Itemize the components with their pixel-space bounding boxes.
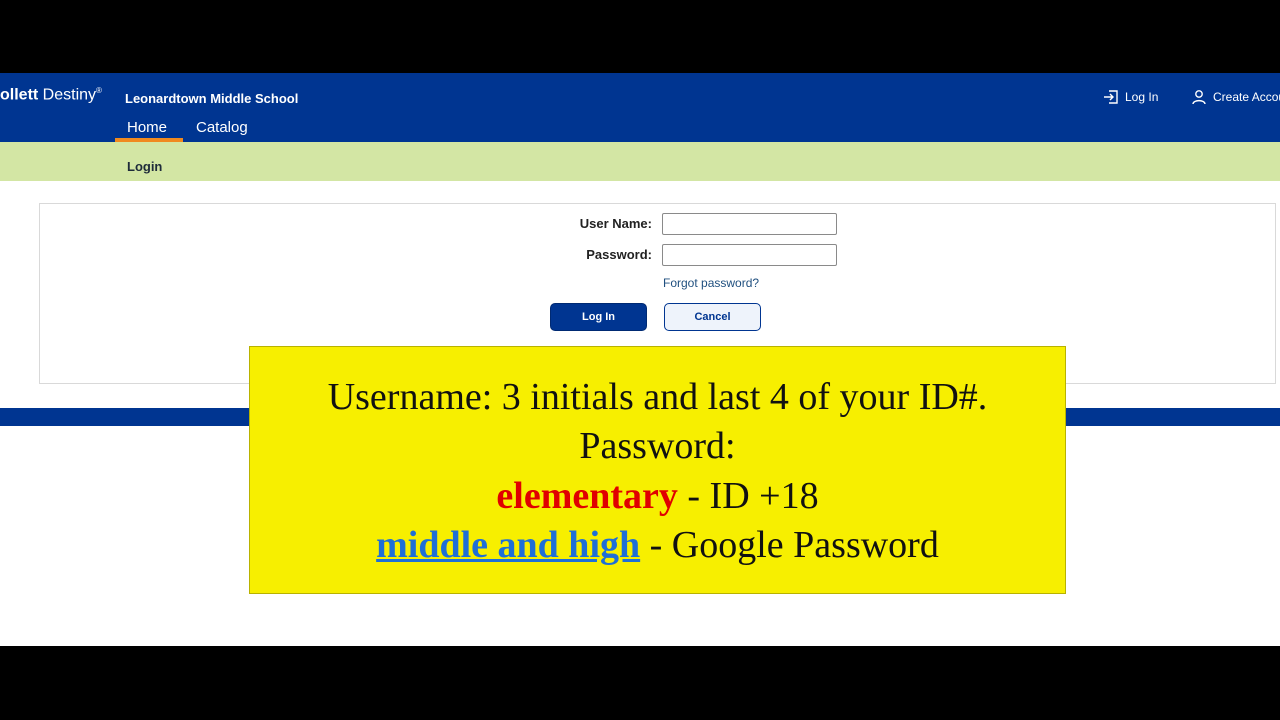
- login-arrow-icon: [1103, 89, 1119, 105]
- callout-middle-high-rest: - Google Password: [640, 524, 939, 566]
- callout-username-line: Username: 3 initials and last 4 of your …: [327, 376, 988, 418]
- user-icon: [1191, 89, 1207, 105]
- tab-catalog[interactable]: Catalog: [196, 119, 248, 136]
- tab-home[interactable]: Home: [127, 119, 167, 136]
- callout-elementary-rest: - ID +18: [677, 475, 819, 517]
- instruction-callout: Username: 3 initials and last 4 of your …: [249, 346, 1066, 594]
- login-link-label: Log In: [1125, 90, 1159, 104]
- brand-trademark: ®: [96, 86, 102, 95]
- login-link[interactable]: Log In: [1103, 89, 1158, 105]
- password-label: Password:: [586, 247, 652, 262]
- letterbox-bottom: [0, 646, 1280, 720]
- callout-middle-high-highlight: middle and high: [376, 524, 641, 566]
- callout-middle-high-line: middle and high - Google Password: [250, 523, 1065, 567]
- callout-elementary-highlight: elementary: [496, 475, 678, 517]
- letterbox-top: [0, 0, 1280, 73]
- top-header-bar: ollett Destiny® Leonardtown Middle Schoo…: [0, 73, 1280, 142]
- create-account-link[interactable]: Create Accou: [1191, 89, 1280, 105]
- brand-logo-light: Destiny: [42, 86, 97, 104]
- callout-elementary-line: elementary - ID +18: [250, 474, 1065, 518]
- school-name: Leonardtown Middle School: [125, 91, 299, 106]
- forgot-password-link[interactable]: Forgot password?: [663, 276, 759, 290]
- username-input[interactable]: [662, 213, 837, 235]
- create-account-label: Create Accou: [1213, 90, 1280, 104]
- brand-logo[interactable]: ollett Destiny®: [0, 86, 102, 104]
- cancel-button[interactable]: Cancel: [664, 303, 761, 331]
- brand-logo-bold: ollett: [0, 86, 39, 104]
- password-input[interactable]: [662, 244, 837, 266]
- callout-password-line: Password:: [579, 425, 736, 467]
- login-button[interactable]: Log In: [550, 303, 647, 331]
- subnav-login-label: Login: [127, 159, 163, 174]
- username-label: User Name:: [579, 216, 652, 231]
- destiny-page: ollett Destiny® Leonardtown Middle Schoo…: [0, 73, 1280, 646]
- subnav-bar: [0, 142, 1280, 181]
